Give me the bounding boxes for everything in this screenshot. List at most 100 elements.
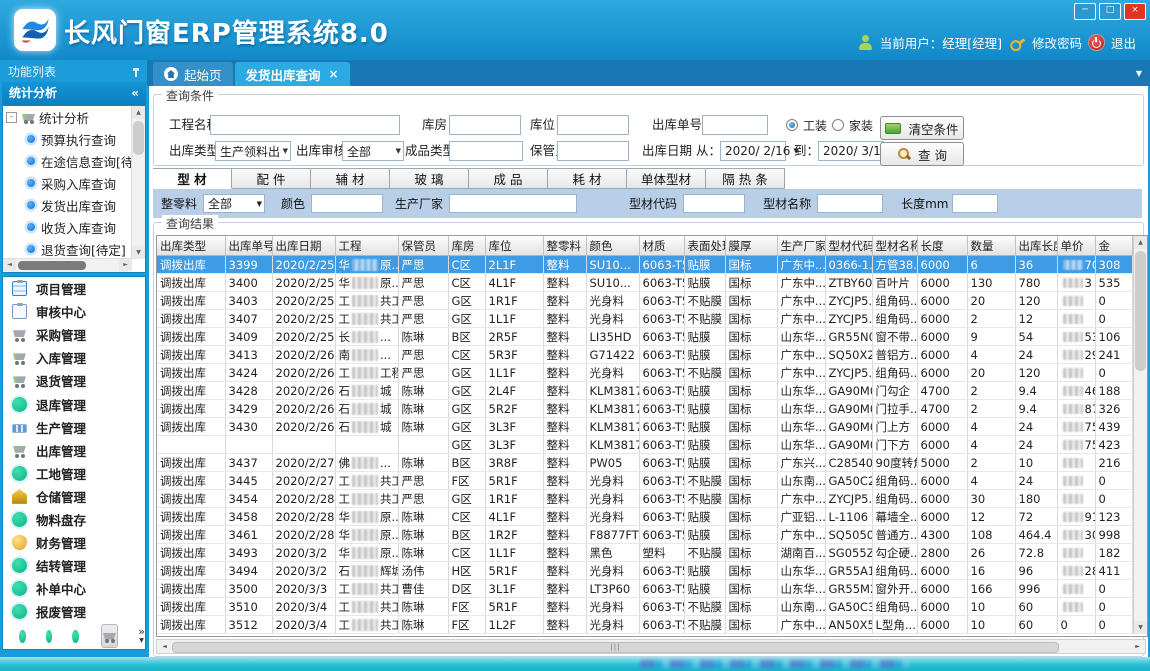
scroll-thumb[interactable]	[133, 121, 144, 155]
table-row[interactable]: 调拨出库34092020/2/25长...陈琳B区2R5F整料LI35HD606…	[157, 328, 1132, 346]
sidebar-module[interactable]: 审核中心	[3, 300, 145, 323]
column-header[interactable]: 工程	[335, 236, 398, 256]
sidebar-section-header[interactable]: 统计分析 «	[2, 82, 146, 105]
material-tab[interactable]: 单体型材	[627, 168, 706, 189]
column-header[interactable]: 单价	[1057, 236, 1095, 256]
warehouse-input[interactable]	[449, 115, 521, 135]
column-header[interactable]: 膜厚	[725, 236, 777, 256]
table-row[interactable]: 调拨出库33992020/2/25华原...严思C区2L1F整料SU10...6…	[157, 256, 1132, 274]
table-row[interactable]: 调拨出库34542020/2/28工共工程严思G区1R1F整料光身料6063-T…	[157, 490, 1132, 508]
column-header[interactable]: 型材代码	[825, 236, 872, 256]
column-header[interactable]: 型材名称	[872, 236, 917, 256]
table-row[interactable]: 调拨出库35102020/3/4工共工程陈琳F区5R1F整料光身料6063-T5…	[157, 598, 1132, 616]
column-header[interactable]: 数量	[967, 236, 1015, 256]
column-header[interactable]: 库位	[485, 236, 543, 256]
scroll-thumb[interactable]: |||	[172, 642, 1059, 653]
date-to-picker[interactable]: 2020/ 3/16▼	[818, 141, 884, 161]
tree-item[interactable]: 收货入库查询	[3, 216, 132, 238]
table-row[interactable]: G区3L3F整料KLM38176063-T5贴膜国标山东华...GA90M09.…	[157, 436, 1132, 454]
tab-shipment-out-query[interactable]: 发货出库查询 ×	[235, 62, 350, 86]
tab-list-dropdown-icon[interactable]: ▼	[1136, 69, 1142, 78]
table-row[interactable]: 调拨出库34612020/2/28华原...陈琳B区1R2F整料F8877FT6…	[157, 526, 1132, 544]
radio-selected-icon[interactable]	[786, 119, 798, 131]
date-from-picker[interactable]: 2020/ 2/16▼	[720, 141, 786, 161]
scroll-right-icon[interactable]: ►	[119, 259, 132, 271]
column-header[interactable]: 出库单号	[225, 236, 272, 256]
table-row[interactable]: 调拨出库34932020/3/2华原...陈琳C区1L1F整料黑色塑料不贴膜国标…	[157, 544, 1132, 562]
table-row[interactable]: 调拨出库34582020/2/28华原...陈琳C区4L1F整料光身料6063-…	[157, 508, 1132, 526]
tree-root[interactable]: - 统计分析	[3, 106, 132, 128]
module-circle-icon[interactable]	[72, 630, 79, 643]
column-header[interactable]: 材质	[639, 236, 684, 256]
tree-horizontal-scrollbar[interactable]: ◄ ►	[3, 258, 132, 272]
tree-item[interactable]: 发货出库查询	[3, 194, 132, 216]
sidebar-module[interactable]: 报废管理	[3, 600, 145, 623]
module-circle-icon[interactable]	[19, 630, 26, 643]
column-header[interactable]: 库房	[448, 236, 485, 256]
module-circle-icon[interactable]	[46, 630, 53, 643]
sidebar-module[interactable]: 工地管理	[3, 462, 145, 485]
pin-icon[interactable]	[132, 68, 140, 77]
location-input[interactable]	[557, 115, 629, 135]
scroll-left-icon[interactable]: ◄	[158, 640, 171, 653]
table-row[interactable]: 调拨出库34452020/2/27工共工程严思F区5R1F整料光身料6063-T…	[157, 472, 1132, 490]
scroll-right-icon[interactable]: ►	[1131, 640, 1144, 653]
table-row[interactable]: 调拨出库34032020/2/25工共工程严思G区1R1F整料光身料6063-T…	[157, 292, 1132, 310]
table-row[interactable]: 调拨出库35002020/3/3工共工程曹佳D区3L1F整料LT3P606063…	[157, 580, 1132, 598]
column-header[interactable]: 保管员	[398, 236, 448, 256]
sidebar-module[interactable]: 退库管理	[3, 392, 145, 415]
column-header[interactable]: 长度	[917, 236, 967, 256]
column-header[interactable]: 颜色	[586, 236, 639, 256]
project-name-input[interactable]	[210, 115, 400, 135]
material-tab[interactable]: 型 材	[153, 168, 232, 189]
tree-vertical-scrollbar[interactable]: ▲ ▼	[131, 106, 145, 259]
order-no-input[interactable]	[702, 115, 768, 135]
maximize-button[interactable]: □	[1099, 3, 1121, 20]
sidebar-module[interactable]: 入库管理	[3, 346, 145, 369]
material-tab[interactable]: 成 品	[469, 168, 548, 189]
table-row[interactable]: 调拨出库34292020/2/26石城陈琳G区5R2F整料KLM38176063…	[157, 400, 1132, 418]
column-header[interactable]: 生产厂家	[777, 236, 825, 256]
scroll-up-icon[interactable]: ▲	[1134, 236, 1147, 249]
column-header[interactable]: 表面处理	[684, 236, 725, 256]
sidebar-module[interactable]: 退货管理	[3, 369, 145, 392]
table-row[interactable]: 调拨出库34282020/2/26石城陈琳G区2L4F整料KLM38176063…	[157, 382, 1132, 400]
sidebar-module[interactable]: 物料盘存	[3, 508, 145, 531]
table-row[interactable]: 调拨出库34132020/2/26南...严思C区5R3F整料G71422606…	[157, 346, 1132, 364]
tab-home[interactable]: 起始页	[153, 62, 233, 86]
radio-gongzhuang[interactable]: 工装	[786, 115, 827, 135]
table-row[interactable]: 调拨出库34072020/2/25工共工程严思G区1L1F整料光身料6063-T…	[157, 310, 1132, 328]
scroll-thumb[interactable]	[1135, 251, 1146, 371]
radio-jiazhuang[interactable]: 家装	[832, 115, 873, 135]
toolbar-overflow-icon[interactable]: » ▼	[138, 628, 145, 644]
tab-close-icon[interactable]: ×	[329, 67, 339, 81]
tree-expander-icon[interactable]: -	[6, 112, 17, 123]
sidebar-module[interactable]: 采购管理	[3, 323, 145, 346]
profile-code-input[interactable]	[683, 194, 745, 213]
material-tab[interactable]: 玻 璃	[390, 168, 469, 189]
column-header[interactable]: 整零料	[543, 236, 586, 256]
sidebar-module[interactable]: 生产管理	[3, 416, 145, 439]
clear-conditions-button[interactable]: 清空条件	[880, 116, 964, 140]
scroll-up-icon[interactable]: ▲	[132, 106, 145, 119]
manufacturer-input[interactable]	[449, 194, 577, 213]
table-row[interactable]: 调拨出库34002020/2/25华原...严思C区4L1F整料SU10...6…	[157, 274, 1132, 292]
module-cart-button[interactable]	[101, 624, 118, 648]
material-tab[interactable]: 隔 热 条	[706, 168, 785, 189]
length-input[interactable]	[952, 194, 998, 213]
sidebar-module[interactable]: 项目管理	[3, 277, 145, 300]
keeper-input[interactable]	[557, 141, 629, 161]
audit-select[interactable]: 全部▼	[342, 141, 404, 161]
sidebar-module[interactable]: 补单中心	[3, 577, 145, 600]
change-password-link[interactable]: 修改密码	[1032, 33, 1082, 52]
table-row[interactable]: 调拨出库34302020/2/26石城陈琳G区3L3F整料KLM38176063…	[157, 418, 1132, 436]
column-header[interactable]: 金	[1095, 236, 1132, 256]
material-tab[interactable]: 辅 材	[311, 168, 390, 189]
search-button[interactable]: 查 询	[880, 142, 964, 166]
scroll-left-icon[interactable]: ◄	[3, 259, 16, 271]
scroll-down-icon[interactable]: ▼	[1134, 621, 1147, 634]
logout-link[interactable]: 退出	[1111, 33, 1136, 52]
column-header[interactable]: 出库类型	[157, 236, 225, 256]
grid-horizontal-scrollbar[interactable]: ◄ ||| ►	[156, 639, 1146, 654]
collapse-icon[interactable]: «	[131, 82, 139, 105]
